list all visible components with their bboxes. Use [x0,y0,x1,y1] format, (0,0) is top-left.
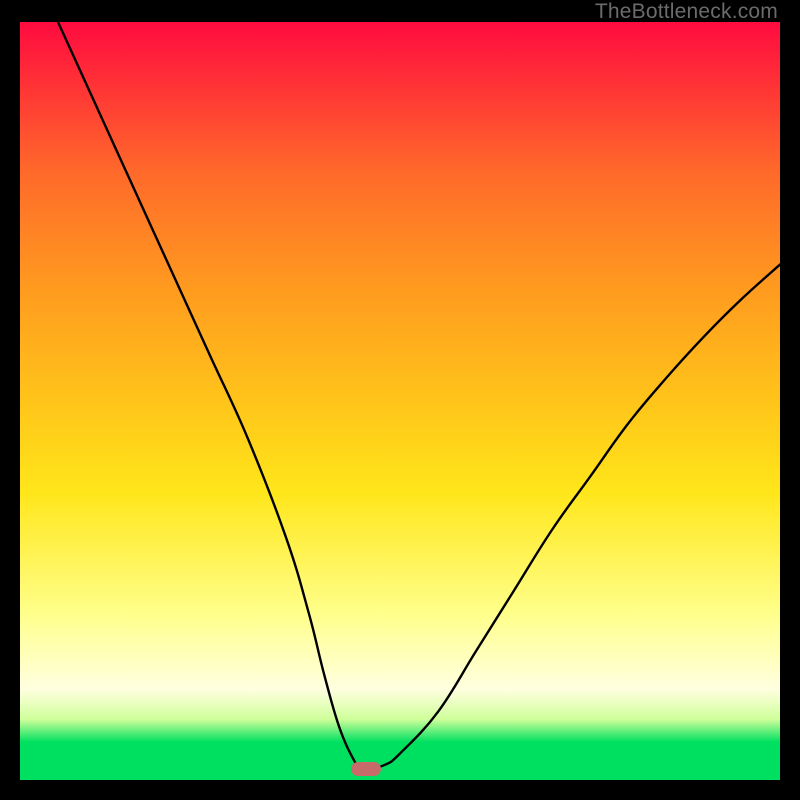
chart-stage: { "watermark": "TheBottleneck.com", "col… [0,0,800,800]
plot-svg [20,22,780,780]
optimum-marker [351,762,381,776]
gradient-background [20,22,780,780]
plot-area [20,22,780,780]
watermark-text: TheBottleneck.com [595,0,778,24]
